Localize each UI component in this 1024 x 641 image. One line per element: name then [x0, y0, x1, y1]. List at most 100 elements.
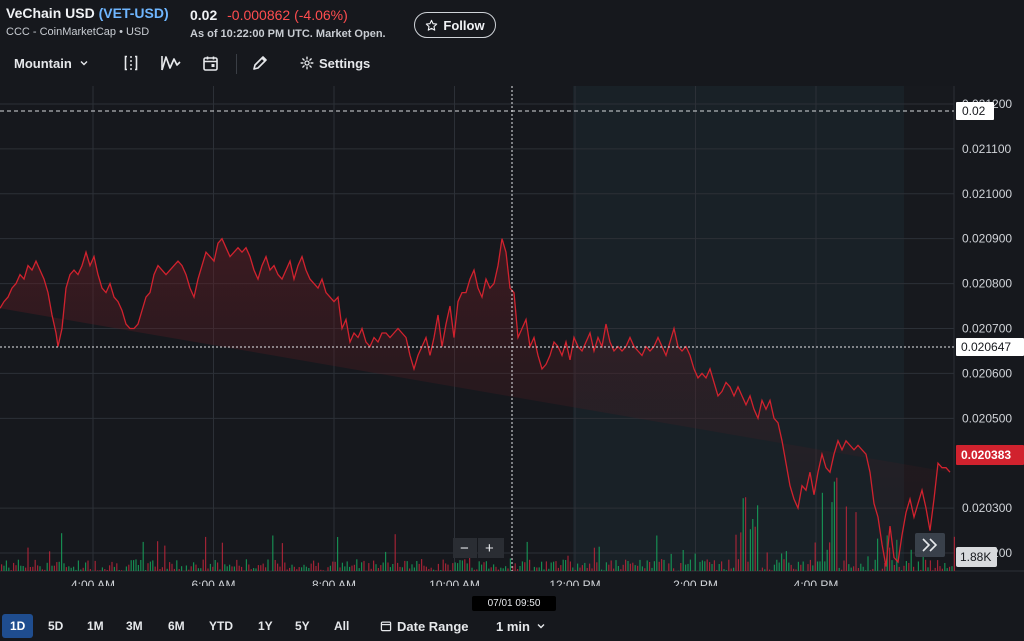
- volume-bar: [8, 567, 10, 571]
- volume-bar: [889, 547, 891, 571]
- volume-bar: [394, 534, 396, 571]
- volume-bar: [428, 569, 430, 571]
- events-button[interactable]: [202, 48, 219, 78]
- zoom-in-button[interactable]: +: [478, 538, 504, 558]
- volume-bar: [109, 565, 111, 571]
- volume-bar: [406, 561, 408, 571]
- volume-bar: [140, 560, 142, 571]
- volume-bar: [248, 564, 250, 571]
- volume-bar: [387, 562, 389, 571]
- volume-bar: [850, 567, 852, 571]
- x-tick-label: 8:00 AM: [312, 578, 356, 586]
- volume-bar: [217, 562, 219, 571]
- volume-bar: [209, 563, 211, 571]
- volume-bar: [99, 570, 101, 571]
- volume-bar: [495, 566, 497, 571]
- volume-bar: [185, 565, 187, 571]
- ticker-symbol[interactable]: (VET-USD): [99, 5, 169, 21]
- volume-bar: [877, 538, 879, 571]
- volume-bar: [857, 568, 859, 571]
- volume-bar: [831, 502, 833, 571]
- volume-bar: [553, 561, 555, 571]
- volume-bar: [565, 560, 567, 571]
- volume-bar: [255, 568, 257, 571]
- volume-bar: [668, 563, 670, 571]
- zoom-out-button[interactable]: −: [453, 538, 477, 558]
- range-button-5d[interactable]: 5D: [40, 614, 71, 638]
- volume-bar: [529, 559, 531, 571]
- range-button-1y[interactable]: 1Y: [250, 614, 281, 638]
- volume-bar: [159, 569, 161, 571]
- volume-bar: [332, 561, 334, 571]
- volume-bar: [908, 562, 910, 571]
- volume-bar: [97, 570, 99, 571]
- chevron-down-icon: [537, 624, 545, 629]
- volume-bar: [39, 566, 41, 571]
- instrument-name: VeChain USD: [6, 5, 95, 21]
- range-button-ytd[interactable]: YTD: [201, 614, 241, 638]
- volume-bar: [399, 566, 401, 571]
- volume-bar: [464, 559, 466, 571]
- volume-bar: [646, 560, 648, 571]
- volume-bar: [181, 566, 183, 571]
- volume-bar: [10, 570, 12, 571]
- volume-bar: [737, 559, 739, 571]
- price-chart[interactable]: 0.0212000.0211000.0210000.0209000.020800…: [0, 86, 1024, 592]
- compare-button[interactable]: [122, 48, 140, 78]
- range-button-5y[interactable]: 5Y: [287, 614, 318, 638]
- volume-bar: [164, 545, 166, 571]
- volume-flag-label: 1.88K: [960, 550, 991, 564]
- volume-bar: [706, 559, 708, 571]
- volume-bar: [68, 566, 70, 571]
- indicators-button[interactable]: [160, 48, 182, 78]
- date-range-button[interactable]: Date Range: [372, 614, 477, 638]
- x-tick-label: 4:00 AM: [71, 578, 115, 586]
- volume-bar: [507, 568, 509, 571]
- volume-bar: [656, 535, 658, 571]
- volume-bar: [778, 562, 780, 571]
- volume-bar: [685, 564, 687, 571]
- x-tick-label: 10:00 AM: [429, 578, 480, 586]
- volume-bar: [317, 562, 319, 571]
- volume-bar: [58, 561, 60, 571]
- volume-bar: [77, 560, 79, 571]
- volume-bar: [632, 562, 634, 571]
- range-button-3m[interactable]: 3M: [118, 614, 151, 638]
- follow-button[interactable]: Follow: [414, 12, 496, 38]
- volume-bar: [951, 566, 953, 571]
- volume-bar: [65, 567, 67, 571]
- range-button-all[interactable]: All: [326, 614, 357, 638]
- x-tick-label: 12:00 PM: [549, 578, 600, 586]
- volume-bar: [569, 561, 571, 571]
- volume-bar: [704, 561, 706, 571]
- draw-button[interactable]: [251, 48, 269, 78]
- volume-bar: [349, 566, 351, 571]
- volume-bar: [437, 563, 439, 571]
- volume-bar: [548, 568, 550, 571]
- volume-bar: [260, 565, 262, 571]
- volume-bar: [598, 546, 600, 571]
- range-button-1d[interactable]: 1D: [2, 614, 34, 638]
- volume-bar: [661, 559, 663, 571]
- settings-button[interactable]: Settings: [300, 48, 370, 78]
- volume-bar: [725, 570, 727, 571]
- volume-bar: [605, 562, 607, 571]
- follow-label: Follow: [443, 17, 485, 33]
- interval-label: 1 min: [496, 618, 530, 634]
- volume-bar: [63, 563, 65, 571]
- chart-type-dropdown[interactable]: Mountain: [14, 48, 89, 78]
- volume-bar: [941, 568, 943, 571]
- range-button-6m[interactable]: 6M: [160, 614, 193, 638]
- interval-dropdown[interactable]: 1 min: [488, 614, 554, 638]
- scroll-to-latest-button[interactable]: [915, 533, 945, 557]
- volume-bar: [17, 559, 19, 571]
- volume-bar: [545, 561, 547, 571]
- crosshair-price-flag: 0.020647: [956, 338, 1024, 356]
- range-button-1m[interactable]: 1M: [79, 614, 112, 638]
- volume-bar: [493, 564, 495, 572]
- volume-bar: [87, 560, 89, 571]
- volume-bar: [161, 567, 163, 571]
- y-tick-label: 0.021000: [962, 187, 1012, 201]
- chart-canvas[interactable]: 0.0212000.0211000.0210000.0209000.020800…: [0, 86, 1024, 592]
- volume-bar: [567, 555, 569, 571]
